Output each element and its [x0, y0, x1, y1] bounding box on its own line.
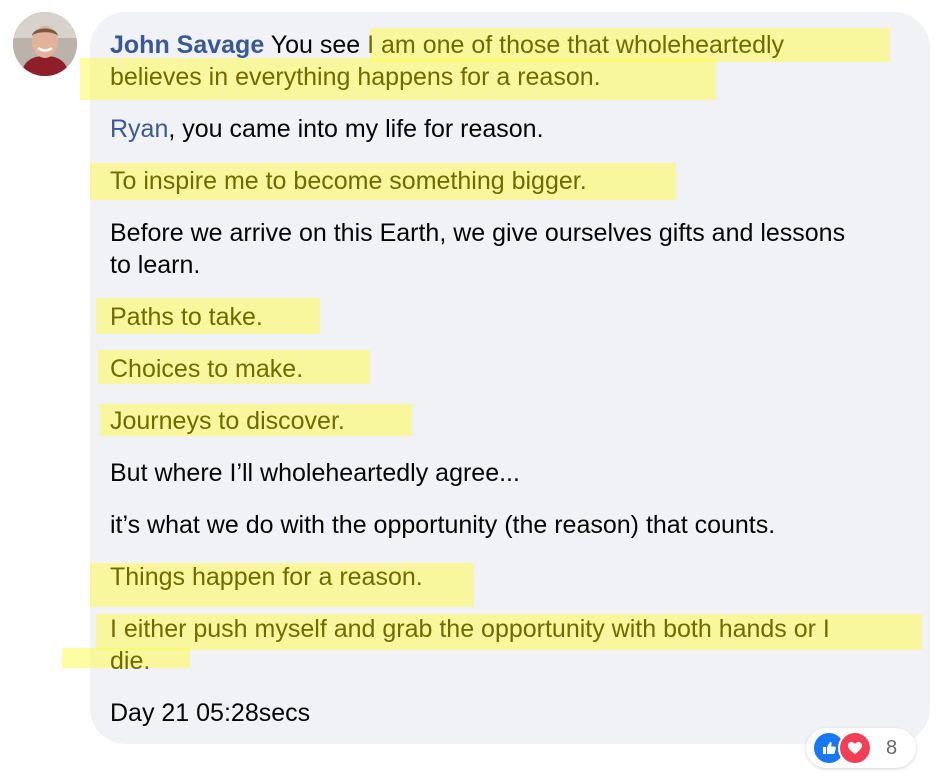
comment-text: But where I’ll wholeheartedly agree... — [110, 459, 520, 487]
highlighted-text: Paths to take. — [110, 303, 263, 331]
highlighted-text: believes in everything happens for a rea… — [110, 63, 601, 91]
comment-line: Ryan, you came into my life for reason. — [110, 113, 544, 145]
highlighted-text: I am one of those that wholeheartedly — [367, 31, 785, 59]
comment-text: , you came into my life for reason. — [168, 115, 544, 143]
highlighted-text: Journeys to discover. — [110, 407, 345, 435]
avatar[interactable] — [13, 12, 77, 76]
mention-link[interactable]: Ryan — [110, 115, 168, 143]
highlighted-text: To inspire me to become something bigger… — [110, 167, 587, 195]
comment-text: Before we arrive on this Earth, we give … — [110, 219, 846, 247]
comment-text: Day 21 05:28secs — [110, 699, 311, 727]
reactions-summary[interactable]: 8 — [806, 728, 916, 768]
comment-author[interactable]: John Savage — [110, 31, 264, 59]
comment-text: to learn. — [110, 251, 201, 279]
highlighted-text: die. — [110, 647, 151, 675]
love-icon — [838, 731, 872, 765]
highlighted-text: I either push myself and grab the opport… — [110, 615, 830, 643]
highlighted-text: Choices to make. — [110, 355, 304, 383]
comment-text: it’s what we do with the opportunity (th… — [110, 511, 776, 539]
comment-line: John Savage You see I am one of those th… — [110, 29, 784, 61]
avatar-photo — [13, 12, 77, 76]
reaction-count: 8 — [886, 736, 898, 759]
highlighted-text: Things happen for a reason. — [110, 563, 423, 591]
comment-text: You see — [270, 31, 368, 59]
